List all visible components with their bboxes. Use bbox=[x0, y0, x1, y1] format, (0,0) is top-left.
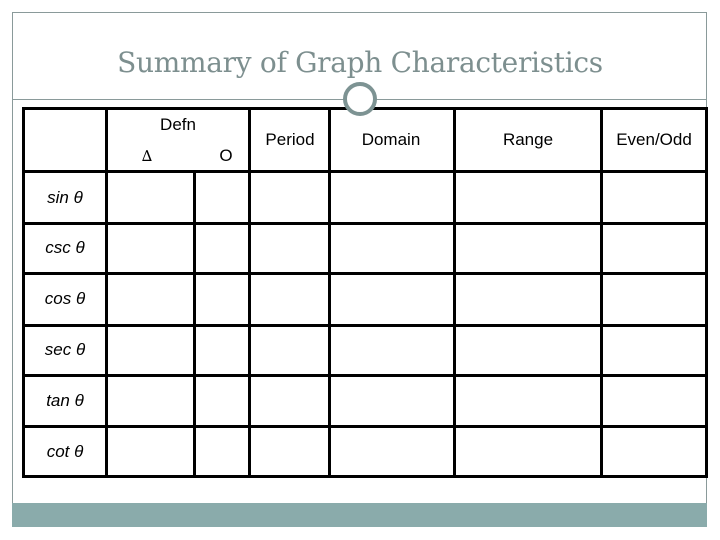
row-label-cot: cot θ bbox=[46, 442, 84, 461]
row-divider bbox=[22, 425, 708, 428]
col-divider bbox=[453, 107, 456, 478]
row-divider bbox=[22, 324, 708, 327]
header-period: Period bbox=[265, 130, 315, 149]
row-label-csc: csc θ bbox=[45, 238, 85, 257]
header-even-odd: Even/Odd bbox=[616, 130, 692, 149]
footer-accent-band bbox=[12, 503, 707, 527]
slide-title: Summary of Graph Characteristics bbox=[117, 46, 603, 79]
row-divider bbox=[22, 374, 708, 377]
row-label-sec: sec θ bbox=[44, 340, 86, 359]
table-border-right bbox=[705, 107, 708, 478]
summary-table: Defn ∆ O Period Domain Range Even/Odd si… bbox=[22, 107, 708, 478]
header-defn: Defn bbox=[160, 115, 196, 134]
row-label-tan: tan θ bbox=[46, 391, 84, 410]
defn-subcol-divider bbox=[193, 170, 196, 478]
table-border-bottom bbox=[22, 475, 708, 478]
col-divider bbox=[328, 107, 331, 478]
header-defn-triangle: ∆ bbox=[141, 147, 153, 165]
col-divider bbox=[600, 107, 603, 478]
table-border-left bbox=[22, 107, 25, 478]
col-divider bbox=[105, 107, 108, 478]
header-row-divider bbox=[22, 170, 708, 173]
row-label-cos: cos θ bbox=[44, 289, 86, 308]
row-label-sin: sin θ bbox=[47, 188, 83, 207]
ring-ornament-icon bbox=[343, 82, 377, 116]
row-divider bbox=[22, 222, 708, 225]
header-defn-circle: O bbox=[219, 146, 233, 165]
header-domain: Domain bbox=[361, 130, 421, 149]
header-range: Range bbox=[502, 130, 554, 149]
row-divider bbox=[22, 272, 708, 275]
col-divider bbox=[248, 107, 251, 478]
